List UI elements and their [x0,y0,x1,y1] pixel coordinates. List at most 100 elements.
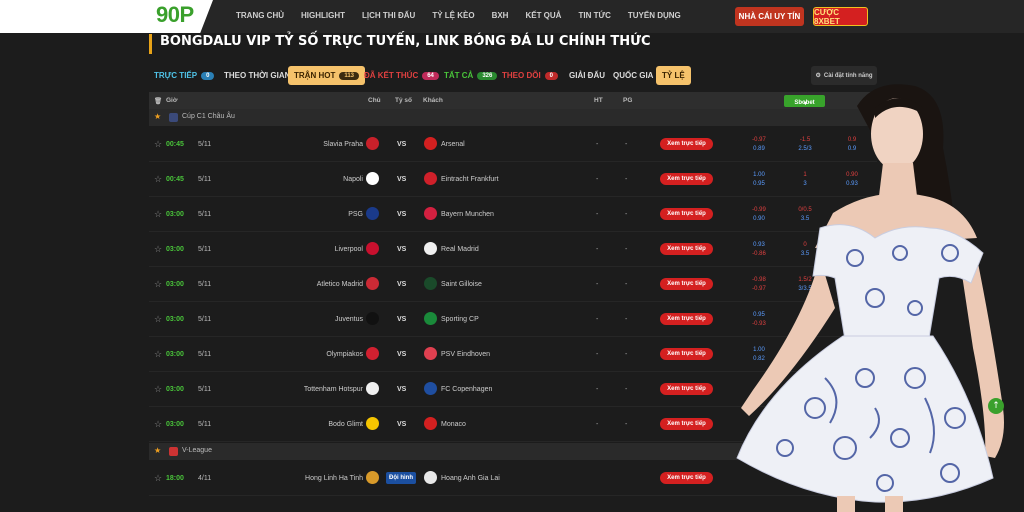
trash-icon[interactable]: 🗑 [154,97,162,105]
star-icon[interactable]: ☆ [154,244,162,255]
nav-item-highlight[interactable]: HIGHLIGHT [301,11,345,20]
star-icon[interactable]: ☆ [154,384,162,395]
away-team[interactable]: Sporting CP [441,316,479,323]
match-date: 5/11 [198,386,212,393]
scroll-to-top-button[interactable]: ↑ [988,398,1004,414]
match-time: 00:45 [166,176,184,183]
home-team[interactable]: Juventus [335,316,363,323]
tab-live[interactable]: TRỰC TIẾP 0 [154,66,215,85]
star-icon[interactable]: ★ [154,112,161,121]
home-team[interactable]: Napoli [343,176,363,183]
away-team[interactable]: Hoang Anh Gia Lai [441,475,500,482]
watch-live-button[interactable]: Xem trực tiếp [660,472,713,484]
home-team[interactable]: Liverpool [335,246,363,253]
watch-live-button[interactable]: Xem trực tiếp [660,348,713,360]
away-team[interactable]: Eintracht Frankfurt [441,176,499,183]
star-icon[interactable]: ☆ [154,279,162,290]
score-vs: VS [397,386,407,393]
away-team[interactable]: FC Copenhagen [441,386,492,393]
home-team-logo [366,347,379,360]
tab-finished[interactable]: ĐÃ KẾT THÚC 64 [364,66,439,85]
match-date: 5/11 [198,176,212,183]
watch-live-button[interactable]: Xem trực tiếp [660,383,713,395]
watch-live-button[interactable]: Xem trực tiếp [660,313,713,325]
tab-hot[interactable]: TRẬN HOT 113 [288,66,366,85]
home-team[interactable]: Bodo Glimt [328,421,363,428]
tab-label: TỶ LỆ [662,71,685,80]
star-icon[interactable]: ★ [154,446,161,455]
half-time-score: - [596,386,599,393]
star-icon[interactable]: ☆ [154,174,162,185]
col-ht: HT [594,97,603,104]
col-score: Tỷ số [395,97,412,104]
match-time: 03:00 [166,386,184,393]
tab-odds[interactable]: TỶ LỆ [656,66,691,85]
tab-count-badge: 0 [201,71,215,80]
away-team[interactable]: PSV Eindhoven [441,351,490,358]
tab-label: THEO DÕI [502,71,541,80]
away-team[interactable]: Monaco [441,421,466,428]
nav-item-results[interactable]: KẾT QUẢ [525,11,561,20]
home-team[interactable]: Atletico Madrid [317,281,363,288]
away-team[interactable]: Saint Gilloise [441,281,482,288]
lineup-badge[interactable]: Đội hình [386,472,416,484]
score-vs: VS [397,281,407,288]
top-nav-bar: 90P TRANG CHỦ HIGHLIGHT LỊCH THI ĐẤU TỶ … [0,0,1024,33]
half-time-score: - [596,281,599,288]
trusted-bookmaker-button[interactable]: NHÀ CÁI UY TÍN [735,7,804,26]
watch-live-button[interactable]: Xem trực tiếp [660,278,713,290]
half-time-score: - [596,141,599,148]
tab-following[interactable]: THEO DÕI 0 [502,66,559,85]
league-name: V-League [182,447,212,454]
tab-countries[interactable]: QUỐC GIA [613,66,653,85]
tab-count-badge: 113 [339,71,360,80]
nav-item-recruitment[interactable]: TUYỂN DỤNG [628,11,681,20]
tab-by-time[interactable]: THEO THỜI GIAN [224,66,290,85]
nav-item-news[interactable]: TIN TỨC [578,11,610,20]
star-icon[interactable]: ☆ [154,139,162,150]
home-team[interactable]: Olympiakos [326,351,363,358]
star-icon[interactable]: ☆ [154,314,162,325]
away-team-logo [424,207,437,220]
nav-item-odds[interactable]: TỶ LỆ KÈO [432,11,474,20]
nav-item-schedule[interactable]: LỊCH THI ĐẤU [362,11,415,20]
home-team[interactable]: PSG [348,211,363,218]
home-team-logo [366,242,379,255]
home-team[interactable]: Slavia Praha [323,141,363,148]
away-team[interactable]: Bayern Munchen [441,211,494,218]
tab-leagues[interactable]: GIẢI ĐẤU [569,66,605,85]
home-team-logo [366,172,379,185]
star-icon[interactable]: ☆ [154,349,162,360]
watch-live-button[interactable]: Xem trực tiếp [660,243,713,255]
bet-button[interactable]: CƯỢC 8XBET [813,7,868,26]
watch-live-button[interactable]: Xem trực tiếp [660,173,713,185]
star-icon[interactable]: ☆ [154,419,162,430]
nav-item-standings[interactable]: BXH [492,11,509,20]
tab-all[interactable]: TẤT CẢ 326 [444,66,498,85]
tab-label: QUỐC GIA [613,71,654,80]
watch-live-button[interactable]: Xem trực tiếp [660,418,713,430]
corner-score: - [625,421,628,428]
star-icon[interactable]: ☆ [154,209,162,220]
star-icon[interactable]: ☆ [154,473,162,484]
site-logo[interactable]: 90P [156,2,194,28]
match-time: 03:00 [166,316,184,323]
away-team-logo [424,277,437,290]
match-date: 5/11 [198,246,212,253]
home-team[interactable]: Hong Linh Ha Tinh [305,475,363,482]
tab-label: GIẢI ĐẤU [569,71,605,80]
match-time: 03:00 [166,246,184,253]
nav-item-home[interactable]: TRANG CHỦ [236,11,284,20]
corner-score: - [625,141,628,148]
away-team-logo [424,172,437,185]
home-team[interactable]: Tottenham Hotspur [304,386,363,393]
away-team[interactable]: Arsenal [441,141,465,148]
watch-live-button[interactable]: Xem trực tiếp [660,138,713,150]
match-time: 03:00 [166,281,184,288]
watch-live-button[interactable]: Xem trực tiếp [660,208,713,220]
tab-label: TẤT CẢ [444,71,474,80]
away-team-logo [424,137,437,150]
tab-count-badge: 326 [477,71,498,80]
col-home: Chủ [368,97,381,104]
away-team[interactable]: Real Madrid [441,246,479,253]
